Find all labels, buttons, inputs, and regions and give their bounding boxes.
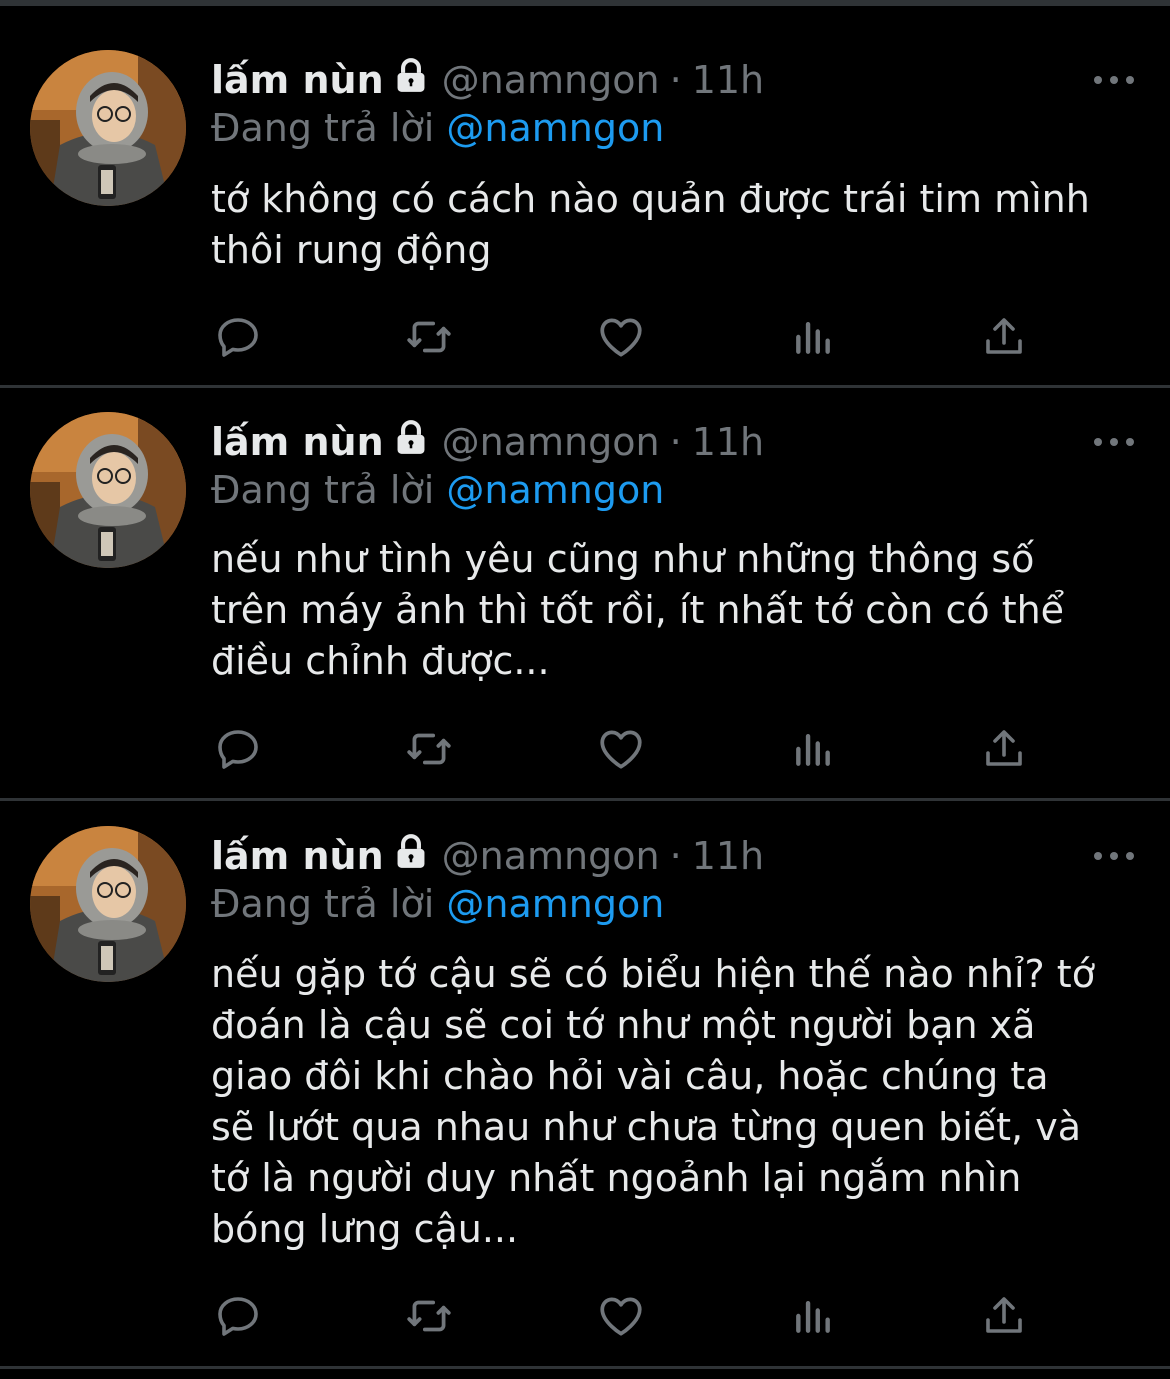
reply-mention-link[interactable]: @namngon (446, 106, 664, 150)
tweet[interactable]: lấm nùn @namngon · 11h Đang trả lời @nam… (0, 388, 1170, 801)
avatar-photo (30, 826, 186, 982)
reply-prefix: Đang trả lời (211, 106, 435, 150)
timestamp[interactable]: 11h (692, 50, 764, 110)
retweet-icon[interactable] (404, 312, 454, 362)
action-bar (211, 312, 1041, 362)
reply-icon[interactable] (213, 724, 263, 774)
reply-mention-link[interactable]: @namngon (446, 882, 664, 926)
tweet-text: nếu gặp tớ cậu sẽ có biểu hiện thế nào n… (211, 952, 1095, 1251)
share-icon[interactable] (979, 1291, 1029, 1341)
share-icon[interactable] (979, 312, 1029, 362)
action-bar (211, 724, 1041, 774)
tweet-divider (0, 1366, 1170, 1369)
avatar-photo (30, 412, 186, 568)
like-icon[interactable] (596, 312, 646, 362)
reply-mention-link[interactable]: @namngon (446, 468, 664, 512)
separator-dot: · (669, 834, 682, 878)
reply-prefix: Đang trả lời (211, 468, 435, 512)
more-icon[interactable] (1094, 432, 1134, 452)
reply-icon[interactable] (213, 312, 263, 362)
reply-prefix: Đang trả lời (211, 882, 435, 926)
separator-dot: · (669, 58, 682, 102)
separator-dot: · (669, 420, 682, 464)
action-bar (211, 1291, 1041, 1341)
avatar[interactable] (30, 826, 186, 982)
reply-icon[interactable] (213, 1291, 263, 1341)
timestamp[interactable]: 11h (692, 412, 764, 472)
analytics-icon[interactable] (788, 724, 838, 774)
retweet-icon[interactable] (404, 724, 454, 774)
reply-context: Đang trả lời @namngon (211, 874, 664, 934)
reply-context: Đang trả lời @namngon (211, 98, 664, 158)
reply-context: Đang trả lời @namngon (211, 460, 664, 520)
more-icon[interactable] (1094, 846, 1134, 866)
avatar[interactable] (30, 412, 186, 568)
analytics-icon[interactable] (788, 1291, 838, 1341)
tweet[interactable]: lấm nùn @namngon · 11h Đang trả lời @nam… (0, 801, 1170, 1369)
more-icon[interactable] (1094, 70, 1134, 90)
like-icon[interactable] (596, 724, 646, 774)
avatar[interactable] (30, 50, 186, 206)
avatar-photo (30, 50, 186, 206)
analytics-icon[interactable] (788, 312, 838, 362)
share-icon[interactable] (979, 724, 1029, 774)
tweet[interactable]: lấm nùn @namngon · 11h Đang trả lời @nam… (0, 6, 1170, 388)
like-icon[interactable] (596, 1291, 646, 1341)
retweet-icon[interactable] (404, 1291, 454, 1341)
tweet-text: nếu như tình yêu cũng như những thông số… (211, 537, 1065, 683)
timestamp[interactable]: 11h (692, 826, 764, 886)
tweet-text: tớ không có cách nào quản được trái tim … (211, 177, 1090, 272)
